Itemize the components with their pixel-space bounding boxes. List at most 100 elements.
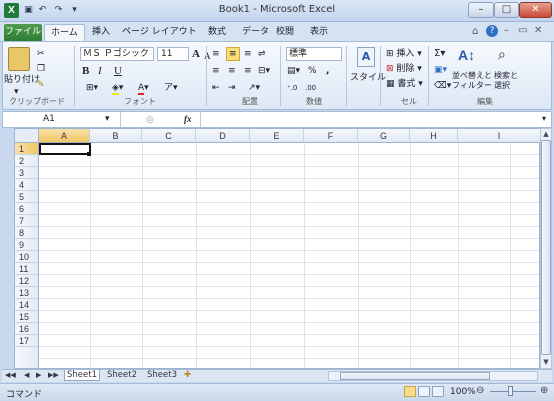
column-header-e[interactable]: E bbox=[250, 129, 304, 143]
tab-formulas[interactable]: 数式 bbox=[202, 24, 232, 41]
next-sheet-icon[interactable]: ▶ bbox=[36, 370, 41, 381]
row-header-4[interactable]: 4 bbox=[15, 179, 39, 191]
styles-icon[interactable]: A bbox=[357, 47, 375, 67]
workbook-restore-icon[interactable]: ▭ bbox=[518, 25, 527, 36]
format-cells-button[interactable]: ▦ 書式 ▾ bbox=[386, 78, 423, 90]
percent-style-button[interactable]: % bbox=[308, 65, 317, 77]
row-header-10[interactable]: 10 bbox=[15, 251, 39, 263]
page-layout-view-icon[interactable] bbox=[418, 386, 430, 397]
column-header-g[interactable]: G bbox=[358, 129, 410, 143]
row-header-7[interactable]: 7 bbox=[15, 215, 39, 227]
tab-view[interactable]: 表示 bbox=[304, 24, 334, 41]
name-box-dropdown-icon[interactable]: ▾ bbox=[105, 113, 110, 125]
horizontal-scroll-thumb[interactable] bbox=[340, 372, 490, 380]
sort-filter-label-2[interactable]: フィルター bbox=[452, 80, 492, 92]
align-right-icon[interactable]: ≡ bbox=[244, 65, 252, 77]
fill-handle[interactable] bbox=[87, 152, 91, 156]
row-header-16[interactable]: 16 bbox=[15, 323, 39, 335]
accounting-format-icon[interactable]: ▤▾ bbox=[287, 65, 300, 77]
find-select-icon[interactable]: ⌕ bbox=[498, 47, 506, 63]
fill-icon[interactable]: ▣▾ bbox=[434, 64, 447, 76]
bottom-align-icon[interactable]: ≡ bbox=[244, 48, 252, 60]
prev-sheet-icon[interactable]: ◀ bbox=[24, 370, 29, 381]
phonetic-icon[interactable]: ア▾ bbox=[164, 82, 178, 94]
increase-indent-icon[interactable]: ⇥ bbox=[228, 82, 236, 94]
delete-cells-button[interactable]: ⊠ 削除 ▾ bbox=[386, 63, 422, 75]
shrink-font-button[interactable]: A bbox=[204, 50, 211, 62]
zoom-slider-track[interactable] bbox=[490, 391, 536, 392]
minimize-ribbon-icon[interactable]: ⌂ bbox=[472, 26, 478, 37]
orientation-icon[interactable]: ↗▾ bbox=[248, 82, 260, 94]
top-align-icon[interactable]: ≡ bbox=[212, 48, 220, 60]
row-header-2[interactable]: 2 bbox=[15, 155, 39, 167]
column-header-f[interactable]: F bbox=[304, 129, 358, 143]
insert-sheet-icon[interactable]: ✚ bbox=[184, 370, 191, 381]
paste-icon[interactable] bbox=[8, 47, 30, 71]
insert-function-button[interactable]: fx bbox=[184, 113, 192, 125]
zoom-in-icon[interactable]: ⊕ bbox=[540, 385, 548, 396]
minimize-button[interactable]: – bbox=[468, 2, 494, 18]
select-all-corner[interactable] bbox=[15, 129, 39, 143]
row-header-13[interactable]: 13 bbox=[15, 287, 39, 299]
middle-align-icon[interactable]: ≡ bbox=[226, 47, 240, 61]
row-header-3[interactable]: 3 bbox=[15, 167, 39, 179]
row-header-15[interactable]: 15 bbox=[15, 311, 39, 323]
grow-font-button[interactable]: A bbox=[192, 48, 200, 60]
column-header-h[interactable]: H bbox=[410, 129, 458, 143]
merge-center-icon[interactable]: ⊟▾ bbox=[258, 65, 270, 77]
column-header-c[interactable]: C bbox=[142, 129, 196, 143]
number-format-select[interactable]: 標準 bbox=[286, 47, 342, 61]
column-header-a[interactable]: A bbox=[39, 129, 90, 143]
row-header-17[interactable]: 17 bbox=[15, 335, 39, 347]
normal-view-icon[interactable] bbox=[404, 386, 416, 397]
autosum-button[interactable]: Σ▾ bbox=[434, 48, 445, 60]
row-header-6[interactable]: 6 bbox=[15, 203, 39, 215]
tab-review[interactable]: 校閲 bbox=[270, 24, 300, 41]
row-header-5[interactable]: 5 bbox=[15, 191, 39, 203]
insert-cells-button[interactable]: ⊞ 挿入 ▾ bbox=[386, 48, 422, 60]
font-size-select[interactable]: 11 bbox=[157, 47, 189, 61]
column-header-d[interactable]: D bbox=[196, 129, 250, 143]
zoom-slider-thumb[interactable] bbox=[508, 386, 513, 396]
worksheet-grid[interactable] bbox=[14, 128, 540, 369]
first-sheet-icon[interactable]: ◀◀ bbox=[5, 370, 16, 381]
wrap-text-icon[interactable]: ⇌ bbox=[258, 48, 266, 60]
row-header-1[interactable]: 1 bbox=[15, 143, 39, 155]
active-cell-a1[interactable] bbox=[39, 143, 91, 155]
page-break-view-icon[interactable] bbox=[432, 386, 444, 397]
row-header-14[interactable]: 14 bbox=[15, 299, 39, 311]
italic-button[interactable]: I bbox=[98, 65, 102, 77]
comma-style-button[interactable]: , bbox=[326, 65, 329, 77]
tab-home[interactable]: ホーム bbox=[44, 24, 85, 41]
tab-insert[interactable]: 挿入 bbox=[86, 24, 116, 41]
align-center-icon[interactable]: ≡ bbox=[228, 65, 236, 77]
zoom-out-icon[interactable]: ⊖ bbox=[476, 385, 484, 396]
zoom-level[interactable]: 100% bbox=[450, 387, 476, 397]
expand-formula-bar-icon[interactable]: ▾ bbox=[542, 113, 546, 125]
paste-button[interactable]: 貼り付け bbox=[4, 74, 40, 86]
font-name-select[interactable]: ＭＳ Ｐゴシック bbox=[80, 47, 154, 61]
copy-icon[interactable]: ❐ bbox=[37, 63, 45, 75]
sort-filter-icon[interactable]: A↕ bbox=[458, 47, 475, 63]
close-button[interactable]: ✕ bbox=[519, 2, 552, 18]
vertical-scroll-thumb[interactable] bbox=[541, 140, 551, 355]
underline-button[interactable]: U bbox=[114, 65, 122, 77]
increase-decimal-icon[interactable]: ⁺.0 bbox=[287, 82, 297, 94]
bold-button[interactable]: B bbox=[82, 65, 89, 77]
borders-icon[interactable]: ⊞▾ bbox=[86, 82, 98, 94]
column-header-b[interactable]: B bbox=[90, 129, 142, 143]
row-header-9[interactable]: 9 bbox=[15, 239, 39, 251]
help-icon[interactable]: ? bbox=[486, 25, 498, 37]
cut-icon[interactable]: ✂ bbox=[37, 48, 45, 60]
workbook-close-icon[interactable]: ✕ bbox=[534, 25, 542, 36]
font-color-icon[interactable]: A▾ bbox=[138, 82, 149, 95]
scroll-down-icon[interactable]: ▼ bbox=[541, 358, 551, 366]
row-header-12[interactable]: 12 bbox=[15, 275, 39, 287]
find-select-label-2[interactable]: 選択 bbox=[494, 80, 510, 92]
tab-file[interactable]: ファイル bbox=[4, 24, 42, 41]
sheet-tab-sheet1[interactable]: Sheet1 bbox=[64, 370, 100, 381]
sheet-tab-sheet3[interactable]: Sheet3 bbox=[144, 370, 180, 381]
align-left-icon[interactable]: ≡ bbox=[212, 65, 220, 77]
row-header-8[interactable]: 8 bbox=[15, 227, 39, 239]
name-box[interactable]: A1 bbox=[3, 112, 121, 127]
